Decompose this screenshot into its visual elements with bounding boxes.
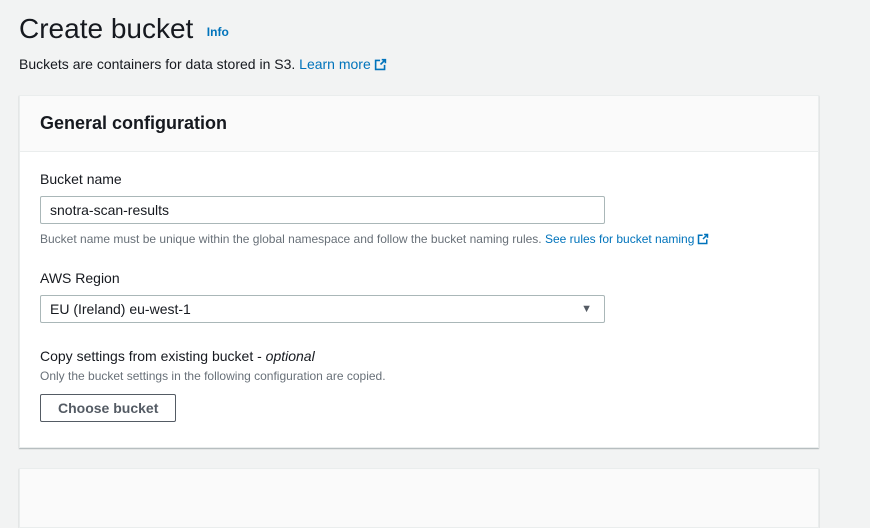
page-title: Create bucket <box>19 13 193 44</box>
general-configuration-header: General configuration <box>20 96 818 152</box>
page-subtitle: Buckets are containers for data stored i… <box>19 56 851 74</box>
external-link-icon <box>697 233 709 248</box>
aws-region-label: AWS Region <box>40 270 798 286</box>
page-heading: Create bucket Info <box>19 13 851 50</box>
page-content: Create bucket Info Buckets are container… <box>0 0 870 528</box>
optional-label: optional <box>266 348 315 364</box>
bucket-name-input[interactable] <box>40 196 605 224</box>
next-section-header <box>20 469 818 527</box>
general-configuration-card: General configuration Bucket name Bucket… <box>19 95 819 448</box>
bucket-name-label: Bucket name <box>40 171 798 187</box>
copy-settings-description: Only the bucket settings in the followin… <box>40 369 798 383</box>
external-link-icon <box>374 58 387 74</box>
aws-region-select[interactable]: EU (Ireland) eu-west-1 ▼ <box>40 295 605 323</box>
aws-region-selected-value: EU (Ireland) eu-west-1 <box>50 301 191 317</box>
learn-more-link[interactable]: Learn more <box>299 56 387 72</box>
chevron-down-icon: ▼ <box>581 304 592 315</box>
info-link[interactable]: Info <box>207 25 229 39</box>
general-configuration-body: Bucket name Bucket name must be unique w… <box>20 152 818 447</box>
copy-settings-label: Copy settings from existing bucket - opt… <box>40 348 798 364</box>
bucket-name-help: Bucket name must be unique within the gl… <box>40 232 798 248</box>
bucket-name-help-text: Bucket name must be unique within the gl… <box>40 232 542 246</box>
bucket-name-field: Bucket name Bucket name must be unique w… <box>40 171 798 248</box>
next-section-card <box>19 468 819 528</box>
copy-settings-section: Copy settings from existing bucket - opt… <box>40 348 798 422</box>
section-title: General configuration <box>40 113 798 134</box>
aws-region-field: AWS Region EU (Ireland) eu-west-1 ▼ <box>40 270 798 323</box>
choose-bucket-button[interactable]: Choose bucket <box>40 394 176 422</box>
bucket-naming-rules-link[interactable]: See rules for bucket naming <box>545 232 709 246</box>
subtitle-text: Buckets are containers for data stored i… <box>19 56 295 72</box>
